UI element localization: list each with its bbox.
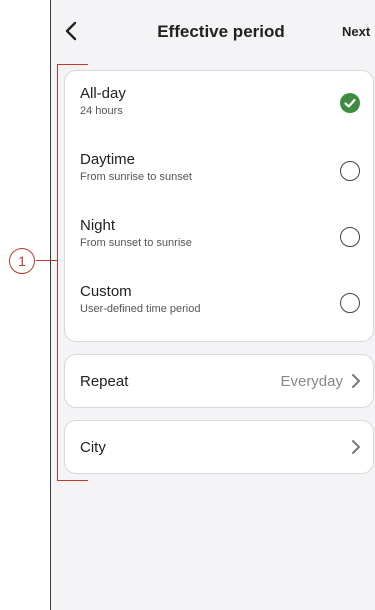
page-title: Effective period xyxy=(157,22,285,41)
option-label: Daytime xyxy=(80,151,136,168)
annotation-bracket xyxy=(57,64,88,481)
repeat-value: Everyday xyxy=(280,373,343,390)
option-subtitle: From sunset to sunrise xyxy=(80,237,192,249)
chevron-right-icon xyxy=(352,374,360,388)
city-row[interactable]: City xyxy=(64,420,374,474)
next-button[interactable]: Next xyxy=(342,24,370,39)
option-custom[interactable]: Custom User-defined time period xyxy=(65,269,373,335)
annotation-connector xyxy=(36,260,57,261)
option-all-day[interactable]: All-day 24 hours xyxy=(65,71,373,137)
check-icon xyxy=(340,93,360,113)
radio-button[interactable] xyxy=(340,161,360,181)
repeat-row[interactable]: Repeat Everyday xyxy=(64,354,374,408)
option-subtitle: User-defined time period xyxy=(80,303,201,315)
chevron-right-icon xyxy=(352,440,360,454)
option-subtitle: From sunrise to sunset xyxy=(80,171,192,183)
annotation-callout: 1 xyxy=(9,248,35,274)
header: Effective period Next xyxy=(51,0,375,62)
option-night[interactable]: Night From sunset to sunrise xyxy=(65,203,373,269)
radio-button[interactable] xyxy=(340,293,360,313)
period-options-card: All-day 24 hours Daytime From sunrise to… xyxy=(64,70,374,342)
option-daytime[interactable]: Daytime From sunrise to sunset xyxy=(65,137,373,203)
radio-button[interactable] xyxy=(340,227,360,247)
phone-screen: Effective period Next All-day 24 hours D… xyxy=(50,0,375,610)
